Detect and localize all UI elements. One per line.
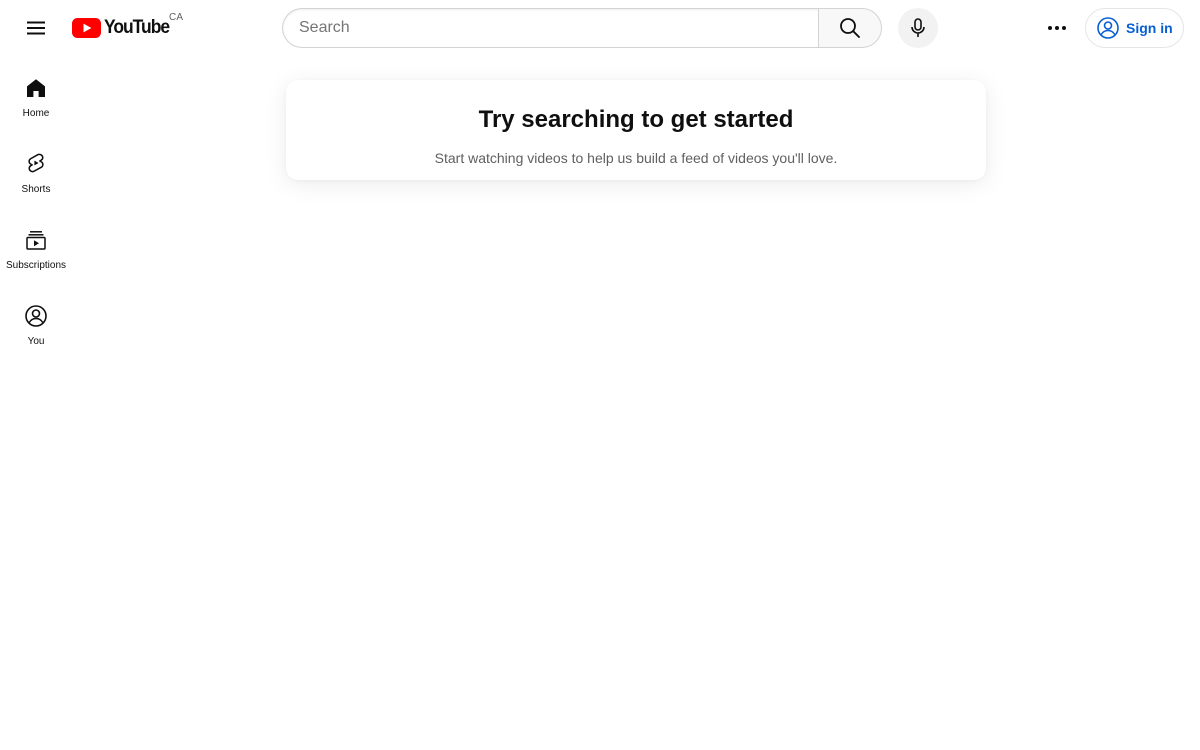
account-circle-icon: [1097, 17, 1119, 39]
youtube-logo[interactable]: YouTube: [72, 17, 175, 39]
guide-item-label: You: [27, 336, 45, 347]
masthead: YouTube CA Sign in: [0, 0, 1200, 56]
sign-in-label: Sign in: [1126, 20, 1173, 36]
guide-item-label: Shorts: [21, 184, 51, 195]
search-icon: [840, 18, 860, 38]
guide-item-home[interactable]: Home: [0, 58, 72, 132]
settings-more-button[interactable]: [1037, 8, 1077, 48]
mini-guide: Home Shorts Subscriptions You: [0, 56, 72, 360]
sign-in-button[interactable]: Sign in: [1085, 8, 1184, 48]
microphone-icon: [911, 18, 925, 37]
search-button[interactable]: [818, 8, 882, 48]
more-horizontal-icon: [1048, 26, 1066, 30]
youtube-play-logo-icon: [72, 18, 101, 38]
guide-item-subscriptions[interactable]: Subscriptions: [0, 210, 72, 284]
search-box: [282, 8, 819, 48]
guide-item-label: Subscriptions: [5, 260, 67, 271]
guide-menu-button[interactable]: [16, 8, 56, 48]
search-prompt-card: Try searching to get started Start watch…: [286, 80, 986, 180]
country-code: CA: [169, 12, 184, 23]
shorts-icon: [28, 153, 44, 173]
prompt-subtitle: Start watching videos to help us build a…: [434, 150, 838, 166]
guide-item-label: Home: [22, 108, 50, 119]
subscriptions-icon: [26, 231, 46, 250]
guide-item-you[interactable]: You: [0, 286, 72, 360]
home-icon: [27, 79, 45, 97]
prompt-title: Try searching to get started: [478, 106, 794, 133]
hamburger-menu-icon: [27, 21, 45, 35]
youtube-wordmark: YouTube: [104, 17, 170, 38]
you-icon: [25, 305, 47, 327]
search-input[interactable]: [299, 9, 799, 47]
voice-search-button[interactable]: [898, 8, 938, 48]
guide-item-shorts[interactable]: Shorts: [0, 134, 72, 208]
